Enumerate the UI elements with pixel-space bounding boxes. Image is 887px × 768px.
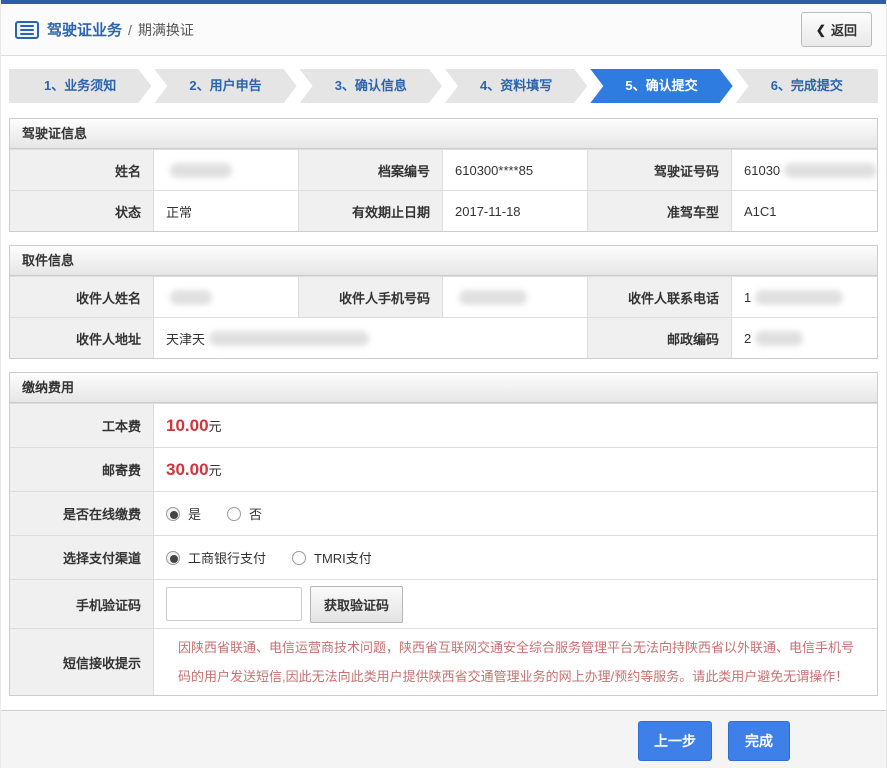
postage-fee-value: 30.00 元	[154, 448, 877, 491]
tmri-pay-radio[interactable]	[292, 550, 307, 565]
breadcrumb-current: 期满换证	[137, 21, 194, 38]
sms-notice-row: 短信接收提示 因陕西省联通、电信运营商技术问题，陕西省互联网交通安全综合服务管理…	[10, 628, 877, 695]
table-row: 姓名 档案编号 610300****85 驾驶证号码 61030	[10, 149, 877, 190]
sms-code-row: 手机验证码 获取验证码	[10, 579, 877, 628]
redacted-blur	[784, 162, 877, 178]
postage-fee-unit: 元	[208, 463, 222, 478]
table-row: 状态 正常 有效期止日期 2017-11-18 准驾车型 A1C1	[10, 190, 877, 231]
work-fee-label: 工本费	[10, 404, 154, 447]
file-number-label: 档案编号	[299, 150, 443, 190]
expiry-date-label: 有效期止日期	[299, 191, 443, 231]
tmri-pay-label[interactable]: TMRI支付	[314, 548, 372, 567]
get-sms-code-button[interactable]: 获取验证码	[310, 585, 404, 623]
recipient-mobile-label: 收件人手机号码	[299, 277, 443, 317]
sms-notice-text: 因陕西省联通、电信运营商技术问题，陕西省互联网交通安全综合服务管理平台无法向持陕…	[178, 640, 855, 684]
postage-fee-label: 邮寄费	[10, 448, 154, 491]
sms-notice-label: 短信接收提示	[10, 629, 154, 695]
file-number-value: 610300****85	[443, 150, 588, 190]
license-info-title: 驾驶证信息	[10, 119, 877, 149]
postage-fee-row: 邮寄费 30.00 元	[10, 447, 877, 491]
sms-notice-cell: 因陕西省联通、电信运营商技术问题，陕西省互联网交通安全综合服务管理平台无法向持陕…	[154, 629, 877, 695]
previous-step-button[interactable]: 上一步	[638, 720, 712, 761]
postal-code-label: 邮政编码	[588, 318, 732, 358]
expiry-date-value: 2017-11-18	[443, 191, 588, 231]
back-button-label: 返回	[830, 23, 857, 38]
postage-fee-amount: 30.00	[166, 459, 209, 479]
step-wizard: 1、业务须知 2、用户申告 3、确认信息 4、资料填写 5、确认提交 6、完成提…	[9, 69, 878, 103]
redacted-blur	[170, 289, 212, 305]
license-info-section: 驾驶证信息 姓名 档案编号 610300****85 驾驶证号码 61030 状…	[9, 118, 878, 232]
pay-channel-options: 工商银行支付 TMRI支付	[154, 536, 877, 579]
online-pay-yes-radio[interactable]	[166, 506, 180, 521]
recipient-phone-value: 1	[732, 277, 877, 317]
step-3-confirm-info[interactable]: 3、确认信息	[300, 69, 442, 103]
work-fee-value: 10.00 元	[154, 404, 877, 447]
pay-channel-label: 选择支付渠道	[10, 536, 154, 579]
vehicle-class-value: A1C1	[732, 191, 877, 231]
online-pay-options: 是 否	[154, 492, 877, 535]
recipient-name-value	[154, 277, 299, 317]
footer-action-bar: 上一步 完成	[1, 710, 886, 768]
pickup-info-title: 取件信息	[10, 246, 877, 276]
icbc-pay-label[interactable]: 工商银行支付	[188, 548, 266, 567]
redacted-blur	[170, 162, 232, 178]
name-value	[154, 150, 299, 190]
finish-button[interactable]: 完成	[728, 720, 790, 761]
redacted-blur	[755, 289, 844, 305]
icbc-pay-radio[interactable]	[166, 550, 180, 565]
step-5-confirm-submit[interactable]: 5、确认提交	[590, 69, 732, 103]
online-pay-yes-label[interactable]: 是	[188, 504, 201, 523]
recipient-mobile-value	[443, 277, 588, 317]
recipient-address-value: 天津天	[154, 318, 588, 358]
sms-code-label: 手机验证码	[10, 580, 154, 628]
name-label: 姓名	[10, 150, 154, 190]
chevron-left-icon: ❮	[815, 22, 826, 37]
step-2-user-declaration[interactable]: 2、用户申告	[154, 69, 296, 103]
header: 驾驶证业务 / 期满换证 ❮ 返回	[1, 4, 886, 56]
status-value: 正常	[154, 191, 299, 231]
redacted-blur	[459, 289, 527, 305]
breadcrumb-separator: /	[128, 21, 132, 38]
step-1-business-notice[interactable]: 1、业务须知	[9, 69, 151, 103]
license-number-label: 驾驶证号码	[588, 150, 732, 190]
sms-code-field: 获取验证码	[154, 580, 877, 628]
redacted-blur	[209, 330, 370, 346]
vehicle-class-label: 准驾车型	[588, 191, 732, 231]
payment-section: 缴纳费用 工本费 10.00 元 邮寄费 30.00 元 是否在线缴费 是 否 选择…	[9, 372, 878, 696]
work-fee-amount: 10.00	[166, 415, 209, 435]
sms-code-input[interactable]	[166, 587, 302, 621]
back-button[interactable]: ❮ 返回	[800, 12, 872, 47]
work-fee-row: 工本费 10.00 元	[10, 403, 877, 447]
license-number-value: 61030	[732, 150, 877, 190]
table-row: 收件人地址 天津天 邮政编码 2	[10, 317, 877, 358]
postal-code-value: 2	[732, 318, 877, 358]
document-list-icon	[15, 20, 39, 39]
work-fee-unit: 元	[208, 419, 222, 434]
page-title: 驾驶证业务	[47, 22, 123, 39]
status-label: 状态	[10, 191, 154, 231]
online-pay-row: 是否在线缴费 是 否	[10, 491, 877, 535]
step-4-fill-materials[interactable]: 4、资料填写	[445, 69, 587, 103]
step-6-complete-submit[interactable]: 6、完成提交	[735, 69, 878, 103]
pay-channel-row: 选择支付渠道 工商银行支付 TMRI支付	[10, 535, 877, 579]
online-pay-no-label[interactable]: 否	[249, 504, 262, 523]
table-row: 收件人姓名 收件人手机号码 收件人联系电话 1	[10, 276, 877, 317]
recipient-phone-label: 收件人联系电话	[588, 277, 732, 317]
redacted-blur	[755, 330, 804, 346]
online-pay-label: 是否在线缴费	[10, 492, 154, 535]
pickup-info-section: 取件信息 收件人姓名 收件人手机号码 收件人联系电话 1 收件人地址 天津天 邮…	[9, 245, 878, 359]
recipient-address-label: 收件人地址	[10, 318, 154, 358]
online-pay-no-radio[interactable]	[227, 506, 242, 521]
payment-title: 缴纳费用	[10, 373, 877, 403]
page: 驾驶证业务 / 期满换证 ❮ 返回 1、业务须知 2、用户申告 3、确认信息 4…	[0, 0, 887, 768]
recipient-name-label: 收件人姓名	[10, 277, 154, 317]
